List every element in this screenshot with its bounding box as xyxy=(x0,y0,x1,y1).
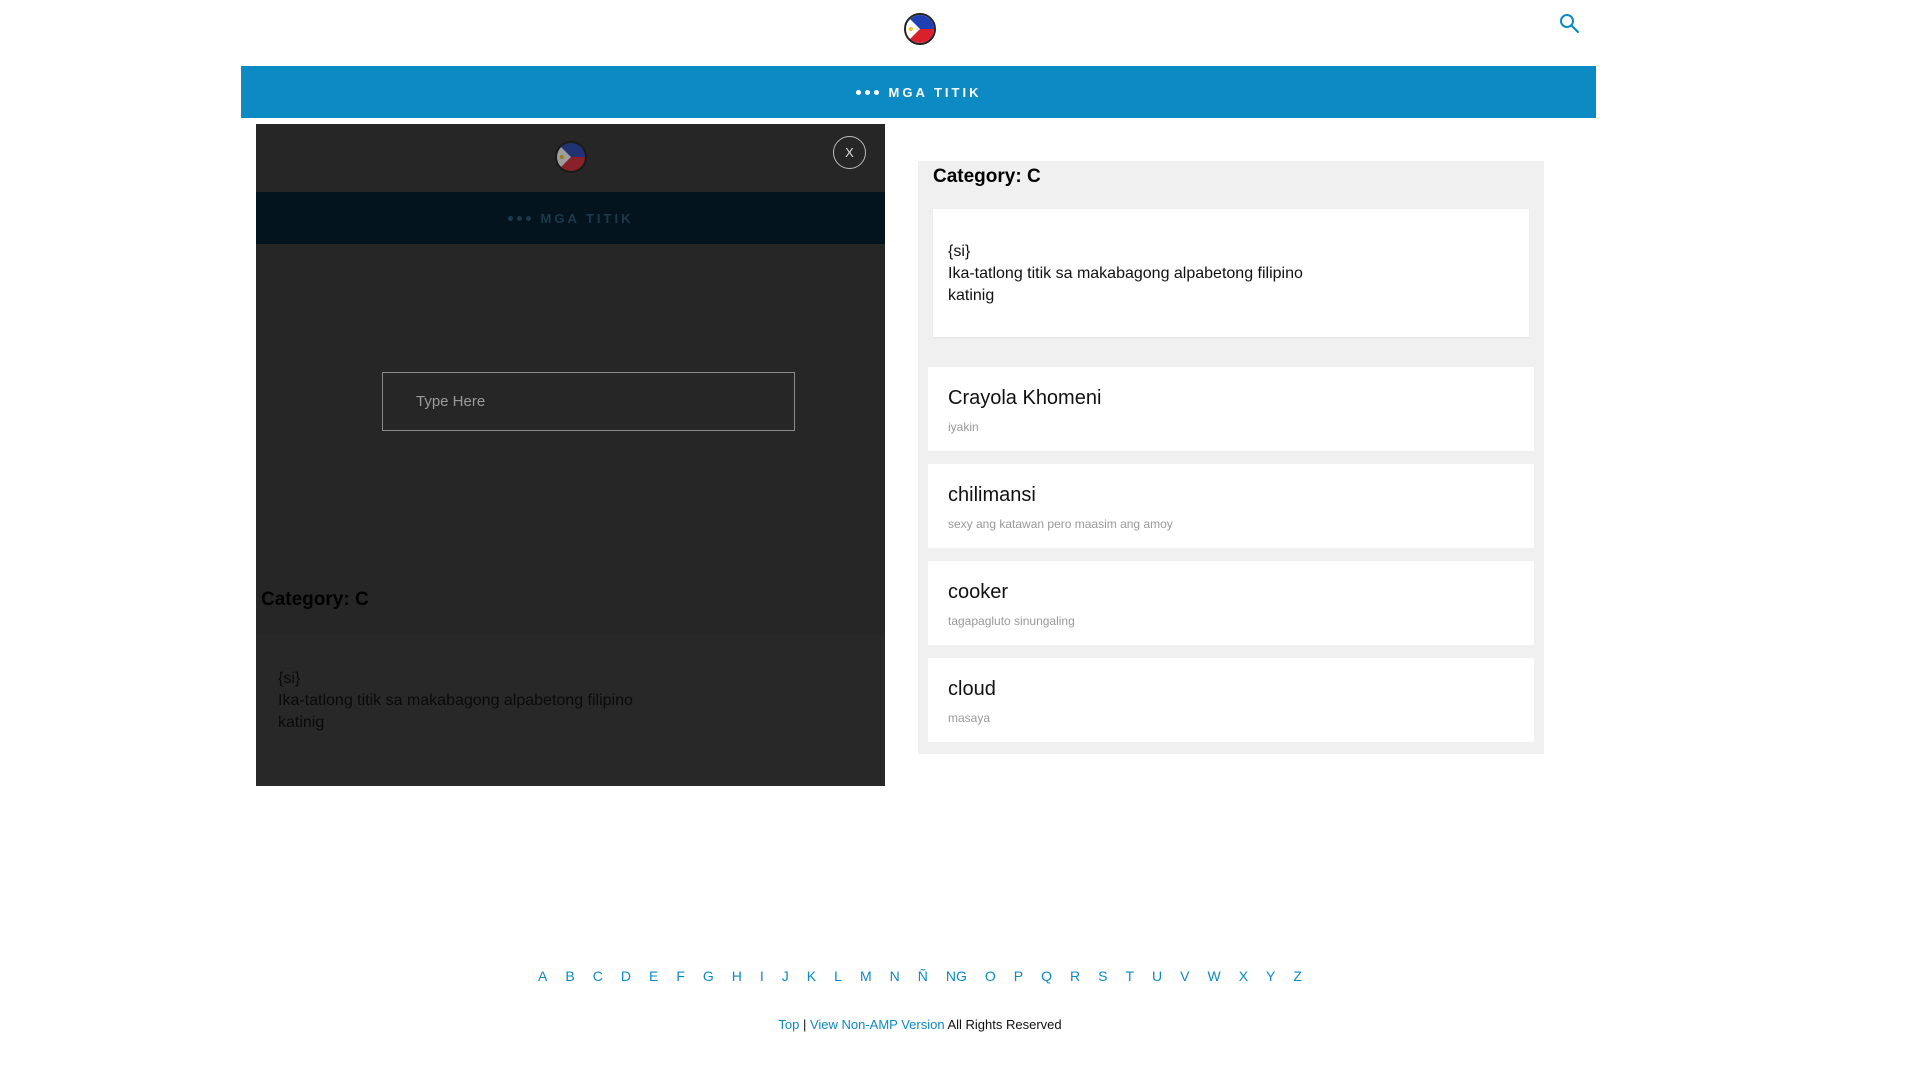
alphabet-link-k[interactable]: K xyxy=(798,968,825,984)
search-modal: X MGA TITIK Category: C {si} Ika-tatlong… xyxy=(256,124,885,786)
word-title[interactable]: Crayola Khomeni xyxy=(948,387,1101,410)
modal-category-title: Category: C xyxy=(261,589,369,610)
modal-logo xyxy=(555,141,587,173)
word-definition: iyakin xyxy=(948,420,979,434)
search-icon xyxy=(1560,14,1580,34)
letter-description: Ika-tatlong titik sa makabagong alpabeto… xyxy=(278,692,633,709)
modal-navbar: MGA TITIK xyxy=(256,192,885,244)
main-navbar: MGA TITIK xyxy=(241,66,1596,118)
letter-pronunciation: {si} xyxy=(948,243,971,260)
letter-pronunciation: {si} xyxy=(278,670,301,687)
word-card[interactable]: chilimansi sexy ang katawan pero maasim … xyxy=(928,464,1534,548)
footer-separator: | xyxy=(799,1017,810,1032)
site-logo[interactable] xyxy=(904,13,936,45)
word-card[interactable]: cooker tagapagluto sinungaling xyxy=(928,561,1534,645)
word-definition: tagapagluto sinungaling xyxy=(948,614,1075,628)
alphabet-link-ng[interactable]: NG xyxy=(937,968,976,984)
non-amp-link[interactable]: View Non-AMP Version xyxy=(810,1017,945,1032)
alphabet-link-o[interactable]: O xyxy=(976,968,1005,984)
alphabet-link-d[interactable]: D xyxy=(612,968,640,984)
letter-description: Ika-tatlong titik sa makabagong alpabeto… xyxy=(948,265,1303,282)
alphabet-link-b[interactable]: B xyxy=(556,968,583,984)
philippine-flag-icon xyxy=(557,143,585,171)
alphabet-link-enye[interactable]: Ñ xyxy=(909,968,937,984)
site-footer: Top | View Non-AMP Version All Rights Re… xyxy=(0,1017,1840,1032)
modal-letter-card: {si} Ika-tatlong titik sa makabagong alp… xyxy=(256,634,885,786)
alphabet-nav: A B C D E F G H I J K L M N Ñ NG O P Q R… xyxy=(0,968,1840,984)
alphabet-link-n[interactable]: N xyxy=(881,968,909,984)
alphabet-link-x[interactable]: X xyxy=(1230,968,1257,984)
word-definition: sexy ang katawan pero maasim ang amoy xyxy=(948,517,1173,531)
letter-type: katinig xyxy=(948,287,995,304)
alphabet-link-a[interactable]: A xyxy=(529,968,556,984)
alphabet-link-m[interactable]: M xyxy=(851,968,881,984)
alphabet-link-y[interactable]: Y xyxy=(1257,968,1284,984)
dots-menu-icon xyxy=(855,89,879,95)
letter-text: {si} Ika-tatlong titik sa makabagong alp… xyxy=(948,241,1303,307)
word-title[interactable]: cooker xyxy=(948,581,1008,604)
alphabet-link-h[interactable]: H xyxy=(723,968,751,984)
close-button[interactable]: X xyxy=(833,136,866,169)
alphabet-link-r[interactable]: R xyxy=(1061,968,1089,984)
dots-menu-icon xyxy=(507,215,531,221)
philippine-flag-icon xyxy=(906,15,934,43)
search-input[interactable] xyxy=(382,372,795,431)
nav-label: MGA TITIK xyxy=(888,84,982,100)
alphabet-link-z[interactable]: Z xyxy=(1284,968,1311,984)
alphabet-link-g[interactable]: G xyxy=(694,968,723,984)
word-title[interactable]: cloud xyxy=(948,678,996,701)
category-title: Category: C xyxy=(933,166,1041,187)
alphabet-link-w[interactable]: W xyxy=(1198,968,1229,984)
site-header xyxy=(0,0,1920,66)
modal-nav-label: MGA TITIK xyxy=(540,210,634,226)
alphabet-link-u[interactable]: U xyxy=(1143,968,1171,984)
alphabet-link-j[interactable]: J xyxy=(773,968,798,984)
alphabet-link-s[interactable]: S xyxy=(1089,968,1116,984)
alphabet-link-i[interactable]: I xyxy=(751,968,773,984)
alphabet-link-f[interactable]: F xyxy=(667,968,694,984)
menu-toggle-button[interactable]: MGA TITIK xyxy=(855,84,982,100)
word-card[interactable]: Crayola Khomeni iyakin xyxy=(928,367,1534,451)
modal-menu-toggle[interactable]: MGA TITIK xyxy=(507,210,634,226)
page: MGA TITIK X MGA TITIK Category: C xyxy=(0,0,1920,1080)
search-button[interactable] xyxy=(1558,12,1582,36)
word-title[interactable]: chilimansi xyxy=(948,484,1036,507)
alphabet-link-v[interactable]: V xyxy=(1171,968,1198,984)
rights-text: All Rights Reserved xyxy=(944,1017,1062,1032)
alphabet-link-t[interactable]: T xyxy=(1116,968,1143,984)
top-link[interactable]: Top xyxy=(778,1017,799,1032)
alphabet-link-q[interactable]: Q xyxy=(1032,968,1061,984)
letter-type: katinig xyxy=(278,714,325,731)
alphabet-link-e[interactable]: E xyxy=(640,968,667,984)
word-definition: masaya xyxy=(948,711,991,725)
alphabet-link-p[interactable]: P xyxy=(1005,968,1032,984)
alphabet-link-c[interactable]: C xyxy=(584,968,612,984)
letter-card: {si} Ika-tatlong titik sa makabagong alp… xyxy=(933,209,1529,337)
word-card[interactable]: cloud masaya xyxy=(928,658,1534,742)
category-panel: Category: C {si} Ika-tatlong titik sa ma… xyxy=(918,161,1544,754)
modal-letter-text: {si} Ika-tatlong titik sa makabagong alp… xyxy=(278,668,633,734)
alphabet-link-l[interactable]: L xyxy=(825,968,851,984)
